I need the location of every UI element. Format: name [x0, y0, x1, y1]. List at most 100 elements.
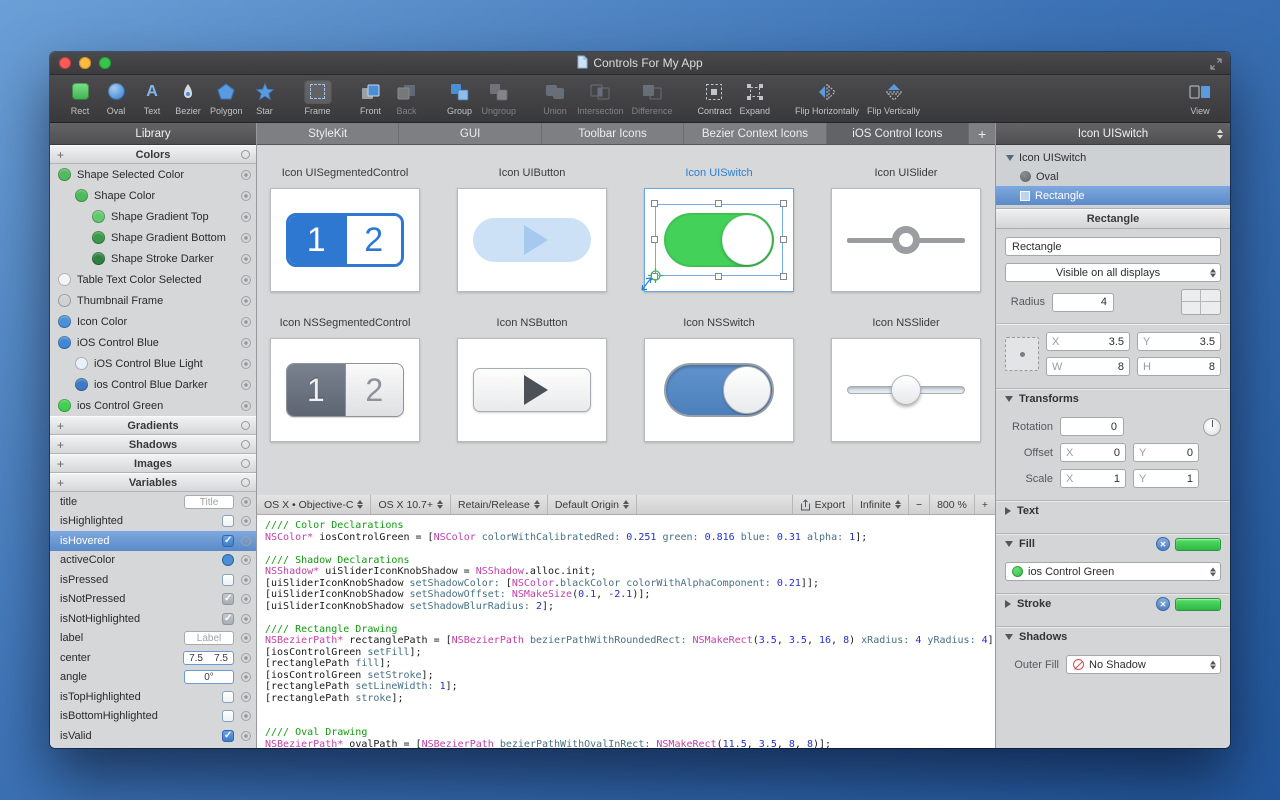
- codebar-select-default-origin[interactable]: Default Origin: [548, 495, 637, 514]
- toolbar-text[interactable]: Text: [134, 79, 170, 116]
- variable-checkbox[interactable]: [222, 730, 234, 742]
- library-color-ios-control-blue-light[interactable]: iOS Control Blue Light: [50, 353, 256, 374]
- variable-checkbox[interactable]: [222, 574, 234, 586]
- library-variable-label[interactable]: labelLabel: [50, 629, 256, 649]
- library-variable-activecolor[interactable]: activeColor: [50, 551, 256, 571]
- canvas-item-icon-uislider[interactable]: Icon UISlider: [831, 167, 981, 292]
- toolbar-view[interactable]: View: [1182, 79, 1218, 116]
- library-variable-title[interactable]: titleTitle: [50, 492, 256, 512]
- rotation-dial[interactable]: [1203, 418, 1221, 436]
- toolbar-star[interactable]: Star: [247, 79, 283, 116]
- zoom-in-button[interactable]: +: [974, 495, 995, 514]
- connection-icon[interactable]: [241, 317, 251, 327]
- canvas-item-icon-nsbutton[interactable]: Icon NSButton: [457, 317, 607, 442]
- connection-icon[interactable]: [241, 191, 251, 201]
- selection-handle[interactable]: [651, 200, 658, 207]
- canvas-card[interactable]: [457, 338, 607, 442]
- add-icon[interactable]: +: [57, 478, 64, 488]
- toolbar-oval[interactable]: Oval: [98, 79, 134, 116]
- library-variable-isnothighlighted[interactable]: isNotHighlighted: [50, 609, 256, 629]
- add-tab-button[interactable]: +: [969, 123, 995, 144]
- outline-item-oval[interactable]: Oval: [996, 167, 1230, 186]
- add-icon[interactable]: +: [57, 150, 64, 160]
- stroke-color-well[interactable]: [1175, 598, 1221, 611]
- export-button[interactable]: Export: [792, 495, 852, 514]
- library-variable-istophighlighted[interactable]: isTopHighlighted: [50, 687, 256, 707]
- library-variable-center[interactable]: center7.5 7.5: [50, 648, 256, 668]
- library-variable-angle[interactable]: angle0°: [50, 668, 256, 688]
- connection-icon[interactable]: [241, 497, 251, 507]
- zoom-out-button[interactable]: −: [908, 495, 929, 514]
- variable-checkbox[interactable]: [222, 535, 234, 547]
- canvas-card[interactable]: [457, 188, 607, 292]
- disclosure-icon[interactable]: [1006, 155, 1014, 161]
- variable-checkbox[interactable]: [222, 593, 234, 605]
- connection-icon[interactable]: [241, 359, 251, 369]
- canvas-item-icon-uiswitch[interactable]: Icon UISwitch: [644, 167, 794, 292]
- connection-icon[interactable]: [241, 516, 251, 526]
- variable-checkbox[interactable]: [222, 691, 234, 703]
- connection-icon[interactable]: [241, 536, 251, 546]
- variable-color-swatch[interactable]: [222, 554, 234, 566]
- connection-icon[interactable]: [241, 338, 251, 348]
- toolbar-group[interactable]: Group: [442, 79, 478, 116]
- selection-handle[interactable]: [715, 273, 722, 280]
- library-variable-isnotpressed[interactable]: isNotPressed: [50, 590, 256, 610]
- remove-stroke-button[interactable]: [1156, 597, 1170, 611]
- toolbar-rect[interactable]: Rect: [62, 79, 98, 116]
- canvas-card[interactable]: [831, 338, 981, 442]
- toolbar-back[interactable]: Back: [389, 79, 425, 116]
- connection-icon[interactable]: [241, 254, 251, 264]
- selection-handle[interactable]: [780, 236, 787, 243]
- inspector-header[interactable]: Icon UISwitch: [996, 123, 1230, 145]
- variable-field[interactable]: 0°: [184, 670, 234, 684]
- connection-icon[interactable]: [241, 212, 251, 222]
- library-section-variables[interactable]: + Variables: [50, 473, 256, 492]
- library-variable-ispressed[interactable]: isPressed: [50, 570, 256, 590]
- library-color-shape-color[interactable]: Shape Color: [50, 185, 256, 206]
- outline-item-icon-uiswitch[interactable]: Icon UISwitch: [996, 148, 1230, 167]
- toolbar-contract[interactable]: Contract: [693, 79, 735, 116]
- library-color-table-text-color-selected[interactable]: Table Text Color Selected: [50, 269, 256, 290]
- library-color-thumbnail-frame[interactable]: Thumbnail Frame: [50, 290, 256, 311]
- frame-x-field[interactable]: X 3.5: [1046, 332, 1130, 351]
- toolbar-intersection[interactable]: Intersection: [573, 79, 628, 116]
- connection-icon[interactable]: [241, 555, 251, 565]
- fullscreen-icon[interactable]: [1210, 57, 1222, 75]
- connection-icon[interactable]: [241, 296, 251, 306]
- toolbar-difference[interactable]: Difference: [628, 79, 677, 116]
- variable-field[interactable]: Title: [184, 495, 234, 509]
- connection-icon[interactable]: [241, 575, 251, 585]
- code-editor[interactable]: //// Color DeclarationsNSColor* iosContr…: [257, 515, 995, 748]
- library-variable-ishovered[interactable]: isHovered: [50, 531, 256, 551]
- frame-h-field[interactable]: H 8: [1137, 357, 1221, 376]
- tab-ios-control-icons[interactable]: iOS Control Icons: [827, 123, 969, 144]
- add-icon[interactable]: +: [57, 440, 64, 450]
- variable-checkbox[interactable]: [222, 515, 234, 527]
- section-fill[interactable]: Fill: [996, 533, 1230, 554]
- connection-icon[interactable]: [241, 380, 251, 390]
- toolbar-frame[interactable]: Frame: [300, 79, 336, 116]
- visibility-select[interactable]: Visible on all displays: [1005, 263, 1221, 282]
- connection-icon[interactable]: [241, 594, 251, 604]
- codebar-select-os-x-objective-c[interactable]: OS X • Objective-C: [257, 495, 371, 514]
- variable-field[interactable]: Label: [184, 631, 234, 645]
- library-variable-isvalid[interactable]: isValid: [50, 726, 256, 746]
- library-color-shape-selected-color[interactable]: Shape Selected Color: [50, 164, 256, 185]
- toolbar-front[interactable]: Front: [353, 79, 389, 116]
- toolbar-bezier[interactable]: Bezier: [170, 79, 206, 116]
- library-variable-ishighlighted[interactable]: isHighlighted: [50, 512, 256, 532]
- outline-item-rectangle[interactable]: Rectangle: [996, 186, 1230, 205]
- selection-handle[interactable]: [780, 200, 787, 207]
- selection-handle[interactable]: [715, 200, 722, 207]
- toolbar-polygon[interactable]: Polygon: [206, 79, 247, 116]
- library-color-shape-stroke-darker[interactable]: Shape Stroke Darker: [50, 248, 256, 269]
- selection-handle[interactable]: [780, 273, 787, 280]
- fill-color-well[interactable]: [1175, 538, 1221, 551]
- radius-field[interactable]: 4: [1052, 293, 1114, 312]
- section-transforms[interactable]: Transforms: [996, 388, 1230, 409]
- frame-w-field[interactable]: W 8: [1046, 357, 1130, 376]
- canvas-card[interactable]: [644, 188, 794, 292]
- library-color-ios-control-blue[interactable]: iOS Control Blue: [50, 332, 256, 353]
- canvas-item-icon-uibutton[interactable]: Icon UIButton: [457, 167, 607, 292]
